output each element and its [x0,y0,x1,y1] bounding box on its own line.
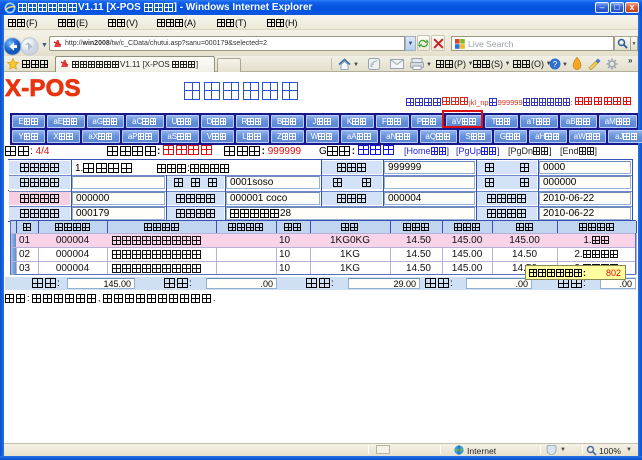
svg-text:?: ? [553,60,558,69]
